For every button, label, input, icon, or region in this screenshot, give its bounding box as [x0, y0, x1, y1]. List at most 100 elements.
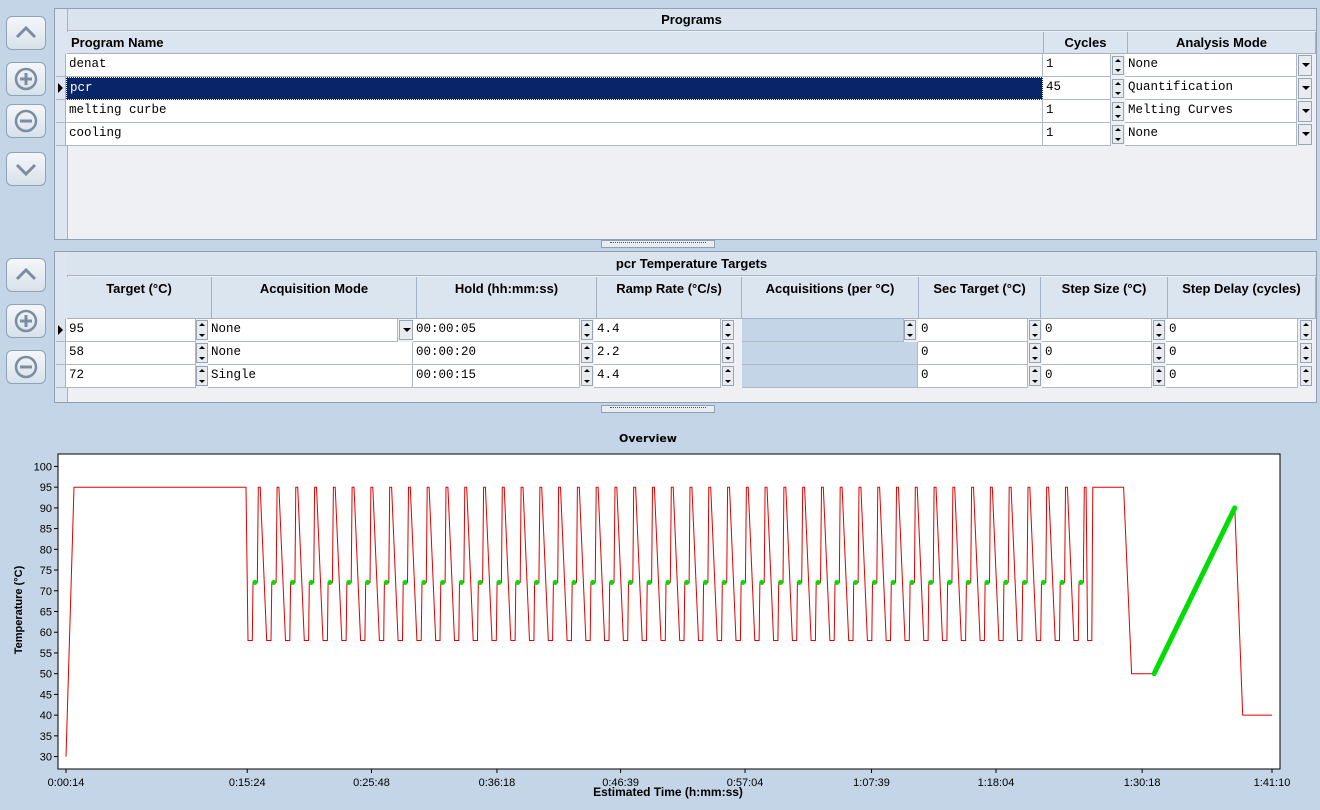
chart-title: Overview — [619, 432, 677, 445]
acquisition-point — [740, 579, 746, 585]
plus-circle-icon — [14, 309, 38, 333]
target-spinner[interactable] — [196, 343, 208, 363]
acquisition-point — [308, 579, 314, 585]
cycles-spinner[interactable] — [1112, 79, 1124, 98]
step-delay-spinner[interactable] — [1300, 320, 1312, 340]
x-tick-label: 1:41:10 — [1254, 777, 1291, 789]
step-size-spinner[interactable] — [1153, 366, 1165, 386]
target-spinner[interactable] — [196, 366, 208, 386]
cycles-cell[interactable]: 1 — [1043, 123, 1111, 146]
acquisition-mode-cell[interactable]: None — [208, 342, 413, 365]
cycles-cell[interactable]: 1 — [1043, 100, 1111, 123]
program-name-cell[interactable]: cooling — [66, 123, 1043, 146]
acquisition-point — [1078, 579, 1084, 585]
analysis-mode-dropdown-icon[interactable] — [1298, 101, 1312, 122]
y-tick-label: 50 — [40, 669, 52, 681]
col-step-delay: Step Delay (cycles) — [1168, 277, 1316, 319]
acquisition-point — [702, 579, 708, 585]
program-name-cell-selected[interactable]: pcr — [66, 77, 1043, 100]
analysis-mode-select[interactable]: None — [1125, 54, 1297, 77]
cycles-cell[interactable]: 1 — [1043, 54, 1111, 77]
move-up-button[interactable] — [6, 16, 46, 50]
acquisition-point — [571, 579, 577, 585]
sec-target-spinner[interactable] — [1029, 320, 1041, 340]
remove-target-button[interactable] — [6, 350, 46, 384]
sec-target-cell[interactable]: 0 — [918, 319, 1028, 342]
step-delay-spinner[interactable] — [1300, 366, 1312, 386]
ramp-rate-cell[interactable]: 2.2 — [594, 342, 721, 365]
row-indicator[interactable] — [56, 54, 66, 77]
program-name-cell[interactable]: melting curbe — [66, 100, 1043, 123]
row-indicator-selected[interactable] — [56, 77, 66, 100]
target-cell[interactable]: 72 — [66, 365, 196, 388]
cycles-spinner[interactable] — [1112, 56, 1124, 75]
row-indicator[interactable] — [56, 365, 66, 388]
hold-spinner[interactable] — [581, 320, 593, 340]
splitter-handle-top[interactable] — [601, 240, 715, 248]
sec-target-cell[interactable]: 0 — [918, 365, 1028, 388]
acquisitions-spinner[interactable] — [904, 320, 916, 340]
step-delay-cell[interactable]: 0 — [1166, 342, 1298, 365]
acquisition-point — [383, 579, 389, 585]
analysis-mode-dropdown-icon[interactable] — [1298, 78, 1312, 99]
sec-target-spinner[interactable] — [1029, 343, 1041, 363]
move-down-button[interactable] — [6, 152, 46, 186]
x-tick-label: 1:07:39 — [853, 777, 890, 789]
ramp-rate-spinner[interactable] — [722, 320, 734, 340]
row-indicator-selected[interactable] — [56, 319, 66, 342]
analysis-mode-select[interactable]: Melting Curves — [1125, 100, 1297, 123]
ramp-rate-spinner[interactable] — [722, 366, 734, 386]
step-delay-spinner[interactable] — [1300, 343, 1312, 363]
acquisition-mode-select[interactable]: None — [208, 319, 398, 342]
target-cell[interactable]: 58 — [66, 342, 196, 365]
hold-spinner[interactable] — [581, 343, 593, 363]
hold-cell[interactable]: 00:00:15 — [413, 365, 580, 388]
analysis-mode-dropdown-icon[interactable] — [1298, 55, 1312, 76]
step-size-spinner[interactable] — [1153, 343, 1165, 363]
row-indicator[interactable] — [56, 123, 66, 146]
program-name-cell[interactable]: denat — [66, 54, 1043, 77]
move-up-target-button[interactable] — [6, 258, 46, 292]
acquisition-point — [327, 579, 333, 585]
analysis-mode-select[interactable]: Quantification — [1125, 77, 1297, 100]
ramp-rate-cell[interactable]: 4.4 — [594, 319, 721, 342]
ramp-rate-cell[interactable]: 4.4 — [594, 365, 721, 388]
sec-target-spinner[interactable] — [1029, 366, 1041, 386]
x-tick-label: 0:15:24 — [229, 777, 266, 789]
target-cell[interactable]: 95 — [66, 319, 196, 342]
hold-cell[interactable]: 00:00:05 — [413, 319, 580, 342]
acquisition-mode-cell[interactable]: Single — [208, 365, 413, 388]
y-tick-label: 80 — [40, 544, 52, 556]
sec-target-cell[interactable]: 0 — [918, 342, 1028, 365]
hold-spinner[interactable] — [581, 366, 593, 386]
cycles-spinner[interactable] — [1112, 125, 1124, 144]
step-delay-cell[interactable]: 0 — [1166, 319, 1298, 342]
cycles-cell[interactable]: 45 — [1043, 77, 1111, 100]
cycles-spinner[interactable] — [1112, 102, 1124, 121]
acquisition-mode-dropdown-icon[interactable] — [399, 320, 413, 340]
target-spinner[interactable] — [196, 320, 208, 340]
step-size-spinner[interactable] — [1153, 320, 1165, 340]
analysis-mode-dropdown-icon[interactable] — [1298, 124, 1312, 145]
chevron-down-icon — [15, 163, 37, 177]
acquisition-point — [909, 579, 915, 585]
step-size-cell[interactable]: 0 — [1042, 319, 1152, 342]
add-target-button[interactable] — [6, 304, 46, 338]
remove-program-button[interactable] — [6, 104, 46, 138]
add-program-button[interactable] — [6, 62, 46, 96]
acquisition-point — [458, 579, 464, 585]
step-delay-cell[interactable]: 0 — [1166, 365, 1298, 388]
overview-chart: Overview 30 35 40 45 50 55 60 65 70 75 80 85 90 95 100… — [13, 432, 1291, 799]
row-indicator[interactable] — [56, 342, 66, 365]
step-size-cell[interactable]: 0 — [1042, 342, 1152, 365]
acquisition-point — [1059, 579, 1065, 585]
analysis-mode-select[interactable]: None — [1125, 123, 1297, 146]
col-ramp-rate: Ramp Rate (°C/s) — [597, 277, 742, 319]
ramp-rate-spinner[interactable] — [722, 343, 734, 363]
step-size-cell[interactable]: 0 — [1042, 365, 1152, 388]
hold-cell[interactable]: 00:00:20 — [413, 342, 580, 365]
splitter-handle-bottom[interactable] — [601, 405, 715, 413]
targets-title: pcr Temperature Targets — [67, 252, 1316, 276]
plus-circle-icon — [14, 67, 38, 91]
row-indicator[interactable] — [56, 100, 66, 123]
